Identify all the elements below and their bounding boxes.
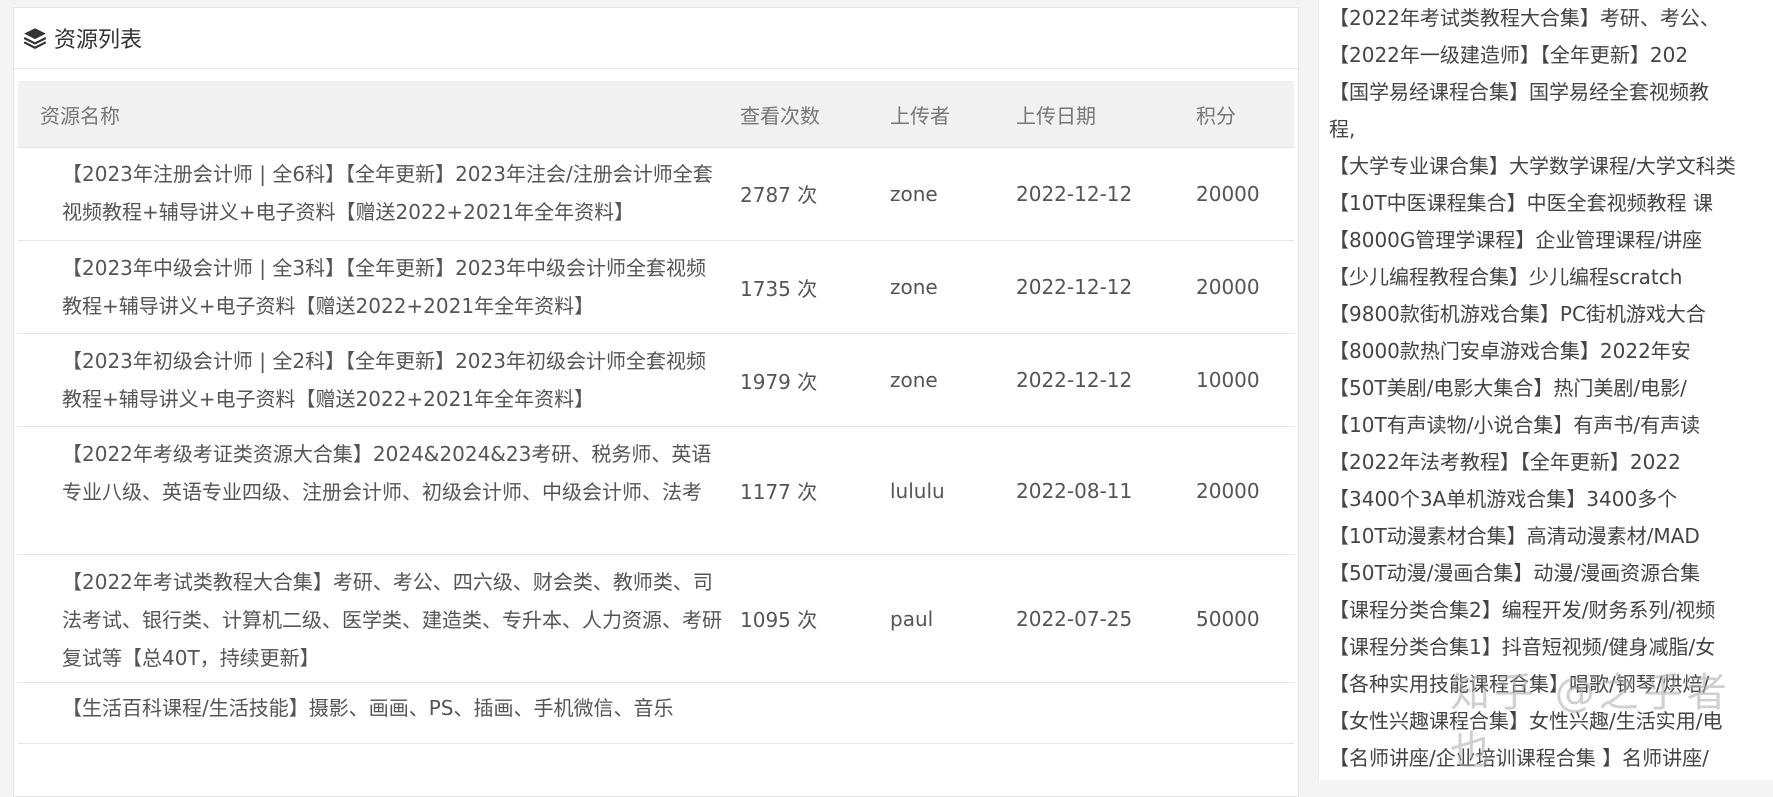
resource-list-panel: 资源列表 资源名称 查看次数 上传者 上传日期 积分 【2023年注册会计师 |… xyxy=(13,7,1299,797)
resource-name-link[interactable]: 【2022年考级考证类资源大合集】2024&2024&23考研、税务师、英语专业… xyxy=(40,427,722,521)
sidebar-link[interactable]: 【各种实用技能课程合集】唱歌/钢琴/烘焙/ xyxy=(1319,666,1773,703)
date-cell: 2022-12-12 xyxy=(1016,368,1133,392)
sidebar-link[interactable]: 【课程分类合集1】抖音短视频/健身减脂/女 xyxy=(1319,629,1773,666)
views-cell: 1979 次 xyxy=(740,369,818,394)
sidebar-link[interactable]: 【8000G管理学课程】企业管理课程/讲座 xyxy=(1319,222,1773,259)
date-cell: 2022-07-25 xyxy=(1016,606,1133,631)
sidebar-link[interactable]: 【3400个3A单机游戏合集】3400多个 xyxy=(1319,481,1773,518)
table-row[interactable]: 【2023年中级会计师 | 全3科】【全年更新】2023年中级会计师全套视频教程… xyxy=(18,241,1294,334)
views-cell: 1177 次 xyxy=(740,480,818,504)
sidebar-link[interactable]: 【少儿编程教程合集】少儿编程scratch xyxy=(1319,259,1773,296)
points-cell: 10000 xyxy=(1196,368,1260,392)
resource-name-link[interactable]: 【2023年初级会计师 | 全2科】【全年更新】2023年初级会计师全套视频教程… xyxy=(40,334,722,428)
header-points: 积分 xyxy=(1196,103,1236,128)
date-cell xyxy=(1016,683,1186,743)
table-body: 【2023年注册会计师 | 全6科】【全年更新】2023年注会/注册会计师全套视… xyxy=(18,147,1294,744)
table-row[interactable]: 【2022年考级考证类资源大合集】2024&2024&23考研、税务师、英语专业… xyxy=(18,427,1294,555)
date-cell: 2022-12-12 xyxy=(1016,275,1133,299)
uploader-cell: paul xyxy=(890,606,934,631)
sidebar-link[interactable]: 【50T动漫/漫画合集】动漫/漫画资源合集 xyxy=(1319,555,1773,592)
views-cell: 2787 次 xyxy=(740,183,818,207)
resource-name-link[interactable]: 【2023年注册会计师 | 全6科】【全年更新】2023年注会/注册会计师全套视… xyxy=(40,147,722,241)
points-cell xyxy=(1196,683,1306,743)
views-cell xyxy=(740,683,880,743)
sidebar-link[interactable]: 【10T中医课程集合】中医全套视频教程 课 xyxy=(1319,185,1773,222)
views-cell: 1735 次 xyxy=(740,276,818,301)
panel-title: 资源列表 xyxy=(54,28,143,53)
uploader-cell: zone xyxy=(890,181,938,206)
sidebar-link-continued[interactable]: 程, xyxy=(1319,111,1773,148)
table-row[interactable]: 【2022年考试类教程大合集】考研、考公、四六级、财会类、教师类、司法考试、银行… xyxy=(18,555,1294,683)
header-date: 上传日期 xyxy=(1016,103,1096,128)
table-row[interactable]: 【生活百科课程/生活技能】摄影、画画、PS、插画、手机微信、音乐 xyxy=(18,683,1294,744)
sidebar-link[interactable]: 【名师讲座/企业培训课程合集 】名师讲座/ xyxy=(1319,740,1773,777)
header-views: 查看次数 xyxy=(740,103,820,128)
points-cell: 20000 xyxy=(1196,181,1260,206)
sidebar-link[interactable]: 【9800款街机游戏合集】PC街机游戏大合 xyxy=(1319,296,1773,333)
resource-name-link[interactable]: 【2023年中级会计师 | 全3科】【全年更新】2023年中级会计师全套视频教程… xyxy=(40,241,722,335)
points-cell: 50000 xyxy=(1196,606,1260,631)
views-cell: 1095 次 xyxy=(740,608,818,632)
related-resources-sidebar: 【2022年考试类教程大合集】考研、考公、 【2022年一级建造师】【全年更新】… xyxy=(1318,0,1773,780)
sidebar-link[interactable]: 【大学专业课合集】大学数学课程/大学文科类 xyxy=(1319,148,1773,185)
table-row[interactable]: 【2023年初级会计师 | 全2科】【全年更新】2023年初级会计师全套视频教程… xyxy=(18,334,1294,427)
table-header: 资源名称 查看次数 上传者 上传日期 积分 xyxy=(18,81,1294,148)
table-row[interactable]: 【2023年注册会计师 | 全6科】【全年更新】2023年注会/注册会计师全套视… xyxy=(18,147,1294,241)
sidebar-link[interactable]: 【10T有声读物/小说合集】有声书/有声读 xyxy=(1319,407,1773,444)
header-uploader: 上传者 xyxy=(890,103,950,128)
resource-name-link[interactable]: 【生活百科课程/生活技能】摄影、画画、PS、插画、手机微信、音乐 xyxy=(40,683,722,737)
date-cell: 2022-08-11 xyxy=(1016,478,1133,503)
layers-icon xyxy=(22,25,48,51)
sidebar-link[interactable]: 【50T美剧/电影大集合】热门美剧/电影/ xyxy=(1319,370,1773,407)
sidebar-link[interactable]: 【10T动漫素材合集】高清动漫素材/MAD xyxy=(1319,518,1773,555)
sidebar-link[interactable]: 【女性兴趣课程合集】女性兴趣/生活实用/电 xyxy=(1319,703,1773,740)
panel-header: 资源列表 xyxy=(14,8,1298,69)
sidebar-link[interactable]: 【2022年法考教程】【全年更新】2022 xyxy=(1319,444,1773,481)
uploader-cell: zone xyxy=(890,368,938,392)
date-cell: 2022-12-12 xyxy=(1016,181,1133,206)
sidebar-link[interactable]: 【国学易经课程合集】国学易经全套视频教 xyxy=(1319,74,1773,111)
uploader-cell: lululu xyxy=(890,478,945,503)
sidebar-link[interactable]: 【8000款热门安卓游戏合集】2022年安 xyxy=(1319,333,1773,370)
sidebar-link[interactable]: 【课程分类合集2】编程开发/财务系列/视频 xyxy=(1319,592,1773,629)
sidebar-link[interactable]: 【2022年考试类教程大合集】考研、考公、 xyxy=(1319,0,1773,37)
points-cell: 20000 xyxy=(1196,275,1260,299)
resource-name-link[interactable]: 【2022年考试类教程大合集】考研、考公、四六级、财会类、教师类、司法考试、银行… xyxy=(40,555,722,687)
points-cell: 20000 xyxy=(1196,478,1260,503)
sidebar-link[interactable]: 【2022年一级建造师】【全年更新】202 xyxy=(1319,37,1773,74)
uploader-cell xyxy=(890,683,1010,743)
header-name: 资源名称 xyxy=(40,103,120,128)
uploader-cell: zone xyxy=(890,275,938,299)
